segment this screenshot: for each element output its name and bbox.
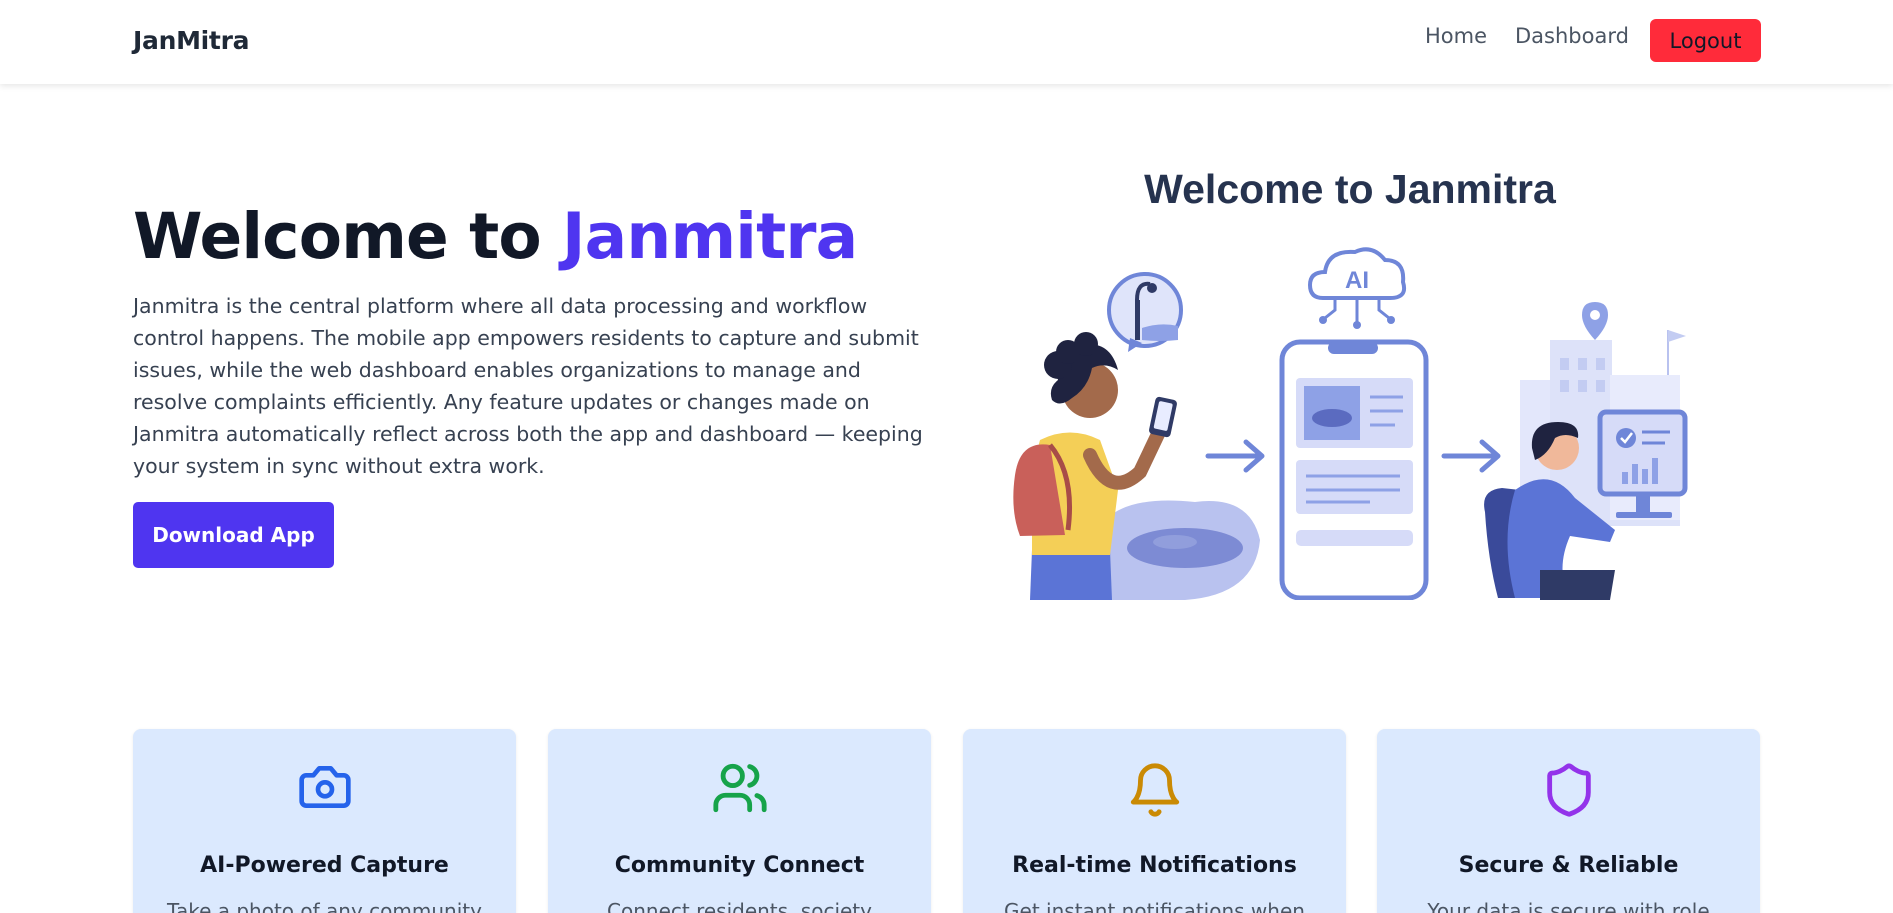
feature-text: Connect residents, society [607,899,872,913]
nav-link-home[interactable]: Home [1425,24,1487,48]
feature-card-secure: Secure & Reliable Your data is secure wi… [1377,729,1760,913]
feature-card-ai-capture: AI-Powered Capture Take a photo of any c… [133,729,516,913]
nav-link-dashboard[interactable]: Dashboard [1515,24,1629,48]
hero-title: Welcome to Janmitra [133,200,858,273]
feature-title: Real-time Notifications [1012,853,1297,878]
bell-icon [1130,763,1179,817]
phone-mockup [1279,339,1429,600]
feature-text: Your data is secure with role [1427,899,1710,913]
hero-description: Janmitra is the central platform where a… [133,294,923,478]
feature-title: Community Connect [614,853,865,878]
puddle-graphic [1098,500,1260,600]
illustration-title: Welcome to Janmitra [1144,166,1556,212]
ai-cloud-icon: AI [1307,247,1407,329]
camera-icon [298,766,351,808]
feature-title: Secure & Reliable [1458,853,1679,878]
brand-logo[interactable]: JanMitra [133,26,249,55]
users-icon [712,763,767,813]
hero-illustration: AI [1013,247,1688,600]
shield-icon [1546,763,1591,817]
feature-text: Get instant notifications when [1004,899,1305,913]
ai-badge-text: AI [1345,267,1369,294]
hero-title-prefix: Welcome to [133,200,563,273]
download-app-button[interactable]: Download App [133,502,334,568]
feature-card-notifications: Real-time Notifications Get instant noti… [963,729,1346,913]
streetlight-bubble [1107,272,1183,352]
feature-title: AI-Powered Capture [200,853,449,878]
feature-text: Take a photo of any community [167,899,482,913]
feature-card-community: Community Connect Connect residents, soc… [548,729,931,913]
arrow-right-icon-2 [1441,439,1501,473]
logout-button[interactable]: Logout [1650,19,1761,62]
arrow-right-icon [1205,439,1265,473]
hero-title-accent: Janmitra [562,200,858,273]
top-navbar: JanMitra Home Dashboard Logout [0,0,1893,84]
